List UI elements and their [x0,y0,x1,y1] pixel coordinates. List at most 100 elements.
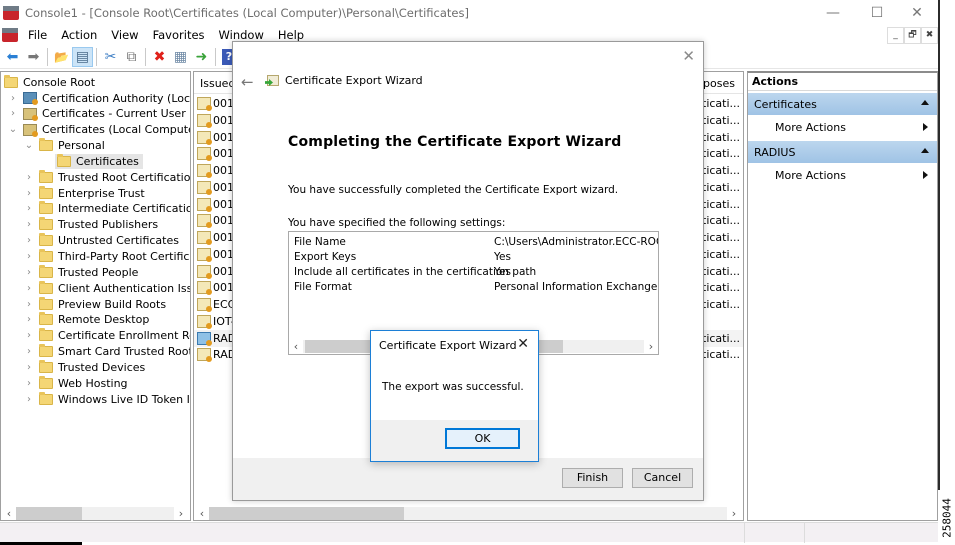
export-list-icon[interactable]: ➜ [191,47,212,67]
table-row[interactable]: IOT- [197,313,235,330]
scrollbar-track[interactable] [209,506,727,520]
tree-node-console-root[interactable]: Console Root [4,74,95,90]
menu-file[interactable]: File [21,28,54,42]
chevron-right-icon[interactable]: › [23,299,35,310]
table-row[interactable]: ECC [197,296,235,313]
chevron-right-icon[interactable]: › [23,283,35,294]
chevron-right-icon[interactable]: › [23,362,35,373]
chevron-right-icon[interactable]: › [23,346,35,357]
collapse-up-icon[interactable] [921,100,929,105]
tree-node[interactable]: › Preview Build Roots [23,296,166,312]
chevron-right-icon[interactable]: › [23,235,35,246]
tree-node[interactable]: › Trusted People [23,264,138,280]
chevron-down-icon[interactable]: ⌄ [7,124,19,135]
more-actions-item[interactable]: More Actions [748,163,937,187]
chevron-right-icon[interactable]: › [23,203,35,214]
mdi-minimize-button[interactable]: _ [887,27,904,44]
wizard-back-button[interactable]: ← [241,73,254,91]
chevron-right-icon[interactable]: › [23,314,35,325]
tree-node[interactable]: › Trusted Publishers [23,217,158,233]
tree-node[interactable]: › Trusted Devices [23,359,145,375]
table-row[interactable]: RAD [197,330,236,347]
certificate-store-icon [23,123,38,137]
delete-icon[interactable]: ✖ [149,47,170,67]
tree-node[interactable]: › Enterprise Trust [23,185,145,201]
chevron-right-icon[interactable]: › [23,251,35,262]
tree-node[interactable]: › Client Authentication Issuers [23,280,190,296]
scroll-right-icon[interactable]: › [174,507,188,520]
tree-node[interactable]: › Untrusted Certificates [23,233,179,249]
chevron-right-icon[interactable]: › [23,330,35,341]
dialog-close-button[interactable]: ✕ [517,336,529,352]
tree-node[interactable]: ⌄ Personal [23,138,105,154]
chevron-right-icon[interactable]: › [23,394,35,405]
tree-node[interactable]: › Windows Live ID Token Issue [23,391,190,407]
menu-window[interactable]: Window [212,28,271,42]
actions-pane: Actions Certificates More Actions RADIUS Mo… [747,71,938,521]
scrollbar-thumb[interactable] [16,506,82,520]
properties-icon[interactable]: ▦ [170,47,191,67]
system-menu-icon[interactable] [2,28,18,42]
back-icon[interactable]: ⬅ [2,47,23,67]
tree-node[interactable]: › Smart Card Trusted Roots [23,344,190,360]
chevron-down-icon[interactable]: ⌄ [23,140,35,151]
tree-horizontal-scrollbar[interactable]: ‹ › [2,505,188,521]
tree-node[interactable]: › Trusted Root Certification Au [23,169,191,185]
menu-favorites[interactable]: Favorites [146,28,212,42]
tree-node[interactable]: › Certification Authority (Local) [7,90,190,106]
copy-icon[interactable]: ⧉ [121,47,142,67]
chevron-right-icon[interactable]: › [23,267,35,278]
tree-node[interactable]: › Third-Party Root Certification [23,249,190,265]
scrollbar-thumb[interactable] [209,506,404,520]
menu-view[interactable]: View [104,28,145,42]
mdi-close-button[interactable]: ✖ [921,27,938,44]
more-actions-item[interactable]: More Actions [748,115,937,139]
collapse-up-icon[interactable] [921,148,929,153]
scroll-right-icon[interactable]: › [727,507,741,520]
maximize-button[interactable]: ☐ [862,3,892,23]
chevron-right-icon[interactable]: › [23,219,35,230]
scrollbar-track[interactable] [16,506,174,520]
actions-group-header[interactable]: RADIUS [748,141,937,163]
scroll-left-icon[interactable]: ‹ [2,507,16,520]
up-one-level-icon[interactable]: 📂 [51,47,72,67]
wizard-close-button[interactable]: ✕ [682,47,695,65]
cancel-button[interactable]: Cancel [632,468,693,488]
menu-action[interactable]: Action [54,28,104,42]
tree-node[interactable]: › Intermediate Certification Au [23,201,190,217]
mdi-restore-button[interactable]: 🗗 [904,27,921,44]
chevron-right-icon[interactable]: › [7,93,19,104]
show-hide-tree-icon[interactable]: ▤ [72,46,93,67]
tree-node-label: Certificates [76,154,139,168]
tree-node[interactable]: › Certificates - Current User [7,106,186,122]
tree-node-label: Trusted Root Certification Au [58,170,191,184]
column-intended-purposes[interactable]: poses [703,77,735,90]
close-button[interactable]: ✕ [902,3,932,23]
folder-icon [4,74,18,88]
list-horizontal-scrollbar[interactable]: ‹ › [195,505,741,521]
table-row[interactable]: RAD [197,346,236,363]
forward-icon[interactable]: ➡ [23,47,44,67]
scroll-right-icon[interactable]: › [644,340,658,353]
tree-node[interactable]: › Certificate Enrollment Reque [23,328,190,344]
setting-value: Yes [494,251,511,263]
tree-node[interactable]: › Remote Desktop [23,312,149,328]
menu-help[interactable]: Help [271,28,311,42]
chevron-right-icon[interactable]: › [23,378,35,389]
tree-node-label: Trusted People [58,265,139,279]
minimize-button[interactable]: — [818,3,848,23]
ok-button[interactable]: OK [445,428,520,449]
cut-icon[interactable]: ✂ [100,47,121,67]
finish-button[interactable]: Finish [562,468,623,488]
settings-label: You have specified the following setting… [288,217,506,229]
intended-purposes-cell: ticati... [702,113,741,127]
actions-group-header[interactable]: Certificates [748,93,937,115]
chevron-right-icon[interactable]: › [23,188,35,199]
chevron-right-icon[interactable]: › [7,108,19,119]
tree-node[interactable]: Certificates [39,153,143,169]
scroll-left-icon[interactable]: ‹ [195,507,209,520]
scroll-left-icon[interactable]: ‹ [289,340,303,353]
chevron-right-icon[interactable]: › [23,172,35,183]
tree-node[interactable]: ⌄ Certificates (Local Computer) [7,122,190,138]
tree-node[interactable]: › Web Hosting [23,375,128,391]
